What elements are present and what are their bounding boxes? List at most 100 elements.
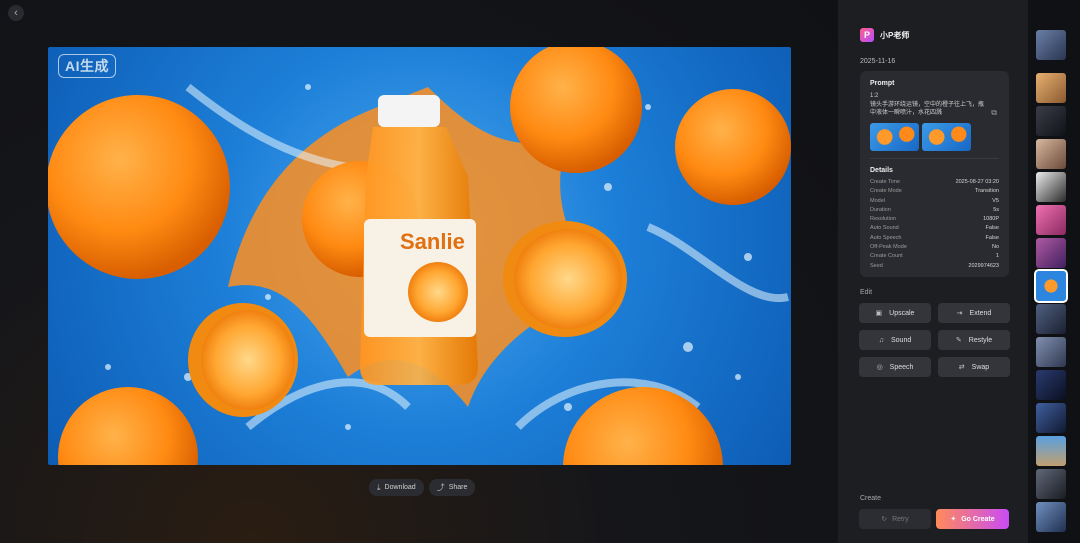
restyle-button[interactable]: ✎ Restyle: [938, 330, 1010, 350]
detail-row: Off-Peak Mode No: [870, 243, 999, 252]
swap-label: Swap: [971, 363, 990, 371]
reference-image-2[interactable]: [922, 123, 971, 151]
detail-key: Resolution: [870, 216, 896, 223]
bottle-brand-text: Sanlie: [400, 229, 465, 254]
sparkle-icon: ✦: [950, 516, 957, 523]
history-thumb[interactable]: [1036, 238, 1066, 268]
download-button[interactable]: ⤓ Download: [369, 479, 424, 496]
author-name: 小P老师: [880, 30, 910, 40]
upscale-label: Upscale: [889, 309, 915, 317]
prompt-heading: Prompt: [870, 80, 895, 87]
copy-icon[interactable]: ⧉: [991, 108, 997, 118]
speech-icon: ◎: [876, 364, 883, 371]
history-thumb[interactable]: [1036, 337, 1066, 367]
detail-value: No: [991, 244, 999, 251]
divider: [870, 158, 999, 159]
retry-label: Retry: [892, 515, 909, 523]
detail-key: Auto Speech: [870, 234, 902, 241]
sound-button[interactable]: ♫ Sound: [859, 330, 931, 350]
go-create-label: Go Create: [961, 515, 995, 523]
detail-key: Create Time: [870, 179, 900, 185]
upscale-icon: ▣: [875, 310, 883, 317]
detail-value: 5s: [993, 206, 999, 213]
ai-generated-watermark: AI生成: [58, 54, 116, 78]
edit-heading: Edit: [860, 289, 873, 296]
go-create-button[interactable]: ✦ Go Create: [936, 509, 1009, 529]
preview-stage: ‹ Sanlie AI生成 ⤓ Download ⤴ Share: [0, 0, 838, 543]
history-thumb[interactable]: [1036, 370, 1066, 400]
history-thumb[interactable]: [1036, 403, 1066, 433]
back-button[interactable]: ‹: [8, 5, 24, 21]
history-thumb[interactable]: [1036, 469, 1066, 499]
details-panel: P 小P老师 2025-11-16 Prompt 1:2 镜头手游环绕运镜，空中…: [838, 0, 1028, 543]
detail-key: Create Mode: [870, 188, 902, 195]
detail-value: False: [985, 225, 999, 232]
retry-icon: ↻: [881, 516, 888, 523]
detail-row: Create Count 1: [870, 252, 999, 261]
detail-row: Model V5: [870, 197, 999, 206]
detail-value: 2025-08-27 03:20: [955, 179, 999, 185]
history-thumb[interactable]: [1036, 30, 1066, 60]
details-heading: Details: [870, 167, 893, 174]
detail-row: Create Mode Transition: [870, 187, 999, 196]
detail-key: Auto Sound: [870, 225, 899, 232]
history-thumb[interactable]: [1036, 304, 1066, 334]
create-heading: Create: [860, 495, 882, 502]
reference-image-1[interactable]: [870, 123, 919, 151]
history-thumb[interactable]: [1036, 73, 1066, 103]
upscale-button[interactable]: ▣ Upscale: [859, 303, 931, 323]
author[interactable]: P 小P老师: [860, 28, 909, 42]
history-thumb[interactable]: [1036, 106, 1066, 136]
detail-row: Resolution 1080P: [870, 215, 999, 224]
detail-value: 1080P: [983, 216, 999, 223]
detail-key: Seed: [870, 262, 883, 269]
extend-button[interactable]: ⇥ Extend: [938, 303, 1010, 323]
history-thumb[interactable]: [1036, 502, 1066, 532]
history-thumb[interactable]: [1036, 436, 1066, 466]
detail-value: False: [985, 234, 999, 241]
restyle-label: Restyle: [968, 336, 993, 344]
share-icon: ⤴: [436, 483, 445, 492]
detail-row: Duration 5s: [870, 206, 999, 215]
detail-value: 2029974623: [968, 262, 999, 269]
detail-key: Off-Peak Mode: [870, 244, 907, 251]
history-thumb[interactable]: [1036, 205, 1066, 235]
speech-button[interactable]: ◎ Speech: [859, 357, 931, 377]
history-thumb[interactable]: [1036, 172, 1066, 202]
detail-value: Transition: [975, 188, 999, 195]
download-icon: ⤓: [377, 482, 381, 492]
restyle-icon: ✎: [955, 337, 962, 344]
download-label: Download: [384, 484, 416, 491]
share-label: Share: [448, 484, 468, 491]
detail-key: Duration: [870, 206, 891, 213]
sound-icon: ♫: [878, 336, 884, 344]
app-logo-icon: P: [860, 28, 874, 42]
history-thumb[interactable]: [1036, 139, 1066, 169]
reference-images: [870, 123, 999, 151]
aspect-ratio: 1:2: [870, 93, 879, 99]
detail-value: 1: [995, 253, 999, 260]
extend-label: Extend: [969, 309, 992, 317]
detail-row: Create Time 2025-08-27 03:20: [870, 178, 999, 187]
details-list: Create Time 2025-08-27 03:20 Create Mode T…: [870, 178, 999, 271]
detail-row: Auto Sound False: [870, 224, 999, 233]
detail-key: Create Count: [870, 253, 903, 260]
prompt-text: 镜头手游环绕运镜，空中的橙子往上飞，瓶中液体一瞬喷汁，水花四溅: [870, 102, 985, 116]
speech-label: Speech: [889, 363, 914, 371]
history-strip[interactable]: [1028, 0, 1080, 543]
sound-label: Sound: [891, 336, 912, 344]
extend-icon: ⇥: [956, 310, 963, 317]
swap-button[interactable]: ⇄ Swap: [938, 357, 1010, 377]
edit-tools: ▣ Upscale ⇥ Extend ♫ Sound ✎ Restyle ◎ Speech…: [859, 303, 1010, 377]
detail-value: V5: [992, 197, 999, 204]
orange-splash-artwork: Sanlie: [48, 47, 791, 465]
detail-key: Model: [870, 197, 885, 204]
image-actions: ⤓ Download ⤴ Share: [369, 479, 476, 496]
swap-icon: ⇄: [958, 364, 965, 371]
generated-image[interactable]: Sanlie AI生成: [48, 47, 791, 465]
retry-button[interactable]: ↻ Retry: [859, 509, 931, 529]
share-button[interactable]: ⤴ Share: [428, 479, 476, 496]
history-thumb-selected[interactable]: [1034, 269, 1068, 303]
detail-row: Seed 2029974623: [870, 262, 999, 271]
created-date: 2025-11-16: [860, 58, 896, 65]
